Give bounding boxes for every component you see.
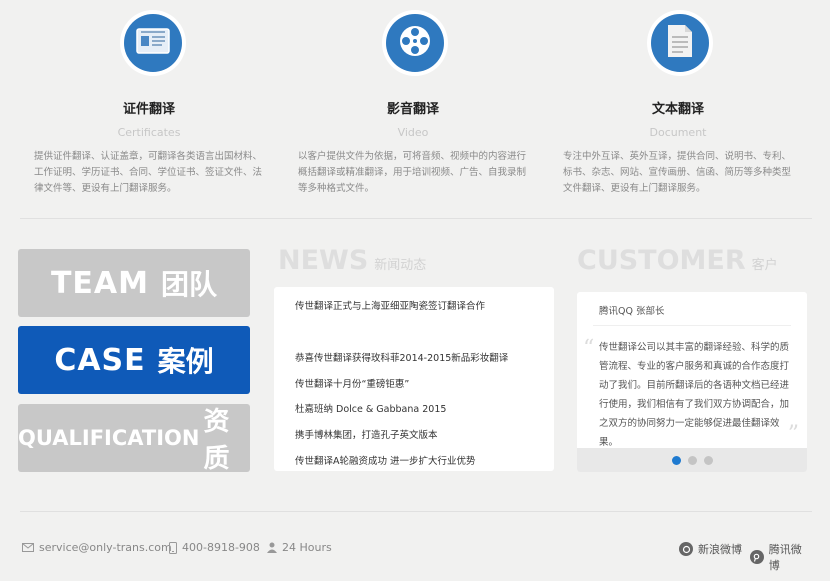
person-icon xyxy=(267,542,277,553)
sina-weibo-icon xyxy=(679,542,693,556)
customer-heading-cn: 客户 xyxy=(751,258,778,273)
service-subtitle: Video xyxy=(397,126,429,139)
news-heading-cn: 新闻动态 xyxy=(374,258,427,273)
tile-label-en: TEAM xyxy=(50,265,149,301)
news-item-link[interactable]: 恭喜传世翻译获得玫科菲2014-2015新品彩妆翻译 xyxy=(295,350,508,364)
qualification-tile-button[interactable]: QUALIFICATION 资质 xyxy=(18,404,250,474)
carousel-dot[interactable] xyxy=(687,455,697,465)
news-item-link[interactable]: 传世翻译A轮融资成功 进一步扩大行业优势 xyxy=(295,453,476,467)
open-quote-icon: “ xyxy=(583,336,595,361)
service-subtitle: Document xyxy=(649,126,707,139)
email-text: service@only-trans.com xyxy=(39,541,172,554)
tile-label-en: QUALIFICATION xyxy=(18,426,200,450)
footer-divider xyxy=(20,511,812,512)
phone-icon xyxy=(169,541,177,554)
service-icon-wrapper xyxy=(647,10,713,76)
service-description: 提供证件翻译、认证盖章，可翻译各类语言出国材料、工作证明、学历证书、合同、学位证… xyxy=(34,151,263,194)
testimonial-text: 传世翻译公司以其丰富的翻译经验、科学的质管流程、专业的客户服务和真诚的合作态度打… xyxy=(599,342,790,448)
tile-label-cn: 团队 xyxy=(161,268,218,301)
service-description: 以客户提供文件为依据，可将音频、视频中的内容进行概括翻译或精准翻译，用于培训视频… xyxy=(298,151,527,194)
id-card-icon xyxy=(136,28,170,58)
news-list: 传世翻译正式与上海亚细亚陶瓷签订翻译合作 恭喜传世翻译获得玫科菲2014-201… xyxy=(274,287,554,471)
phone-text: 400-8918-908 xyxy=(182,541,260,554)
customer-heading-en: CUSTOMER xyxy=(577,245,746,276)
service-title[interactable]: 文本翻译 xyxy=(563,98,793,117)
footer-email[interactable]: service@only-trans.com xyxy=(22,541,172,554)
customer-heading: CUSTOMER 客户 xyxy=(577,245,778,276)
news-item-link[interactable]: 传世翻译正式与上海亚细亚陶瓷签订翻译合作 xyxy=(295,298,485,312)
carousel-pagination xyxy=(577,448,807,472)
tile-label-cn: 案例 xyxy=(157,345,214,378)
team-tile-button[interactable]: TEAM 团队 xyxy=(18,249,250,317)
tencent-weibo-link[interactable]: 腾讯微博 xyxy=(750,541,812,573)
service-title[interactable]: 证件翻译 xyxy=(34,98,264,117)
service-title[interactable]: 影音翻译 xyxy=(298,98,528,117)
news-item-link[interactable]: 传世翻译十月份“重磅钜惠” xyxy=(295,376,409,390)
tile-label-cn: 资质 xyxy=(203,407,230,474)
news-item-link[interactable]: 携手博林集团，打造孔子英文版本 xyxy=(295,427,438,441)
footer-hours: 24 Hours xyxy=(267,541,332,554)
sina-weibo-link[interactable]: 新浪微博 xyxy=(679,541,742,557)
hours-text: 24 Hours xyxy=(282,541,332,554)
sina-weibo-label: 新浪微博 xyxy=(698,543,742,556)
service-subtitle: Certificates xyxy=(117,126,181,139)
tencent-weibo-label: 腾讯微博 xyxy=(768,543,802,572)
news-item-link[interactable]: 杜嘉班纳 Dolce & Gabbana 2015 xyxy=(295,401,446,415)
mail-icon xyxy=(22,543,34,552)
customer-testimonial: 腾讯QQ 张部长 “ 传世翻译公司以其丰富的翻译经验、科学的质管流程、专业的客户… xyxy=(577,292,807,472)
footer-phone: 400-8918-908 xyxy=(169,541,260,554)
carousel-dot[interactable] xyxy=(671,455,681,465)
tile-label-en: CASE xyxy=(54,342,146,378)
news-heading-en: NEWS xyxy=(278,245,369,276)
customer-name: 腾讯QQ 张部长 xyxy=(599,306,665,317)
service-icon-wrapper xyxy=(120,10,186,76)
carousel-dot[interactable] xyxy=(703,455,713,465)
news-heading: NEWS 新闻动态 xyxy=(278,245,426,276)
case-tile-button[interactable]: CASE 案例 xyxy=(18,326,250,394)
close-quote-icon: ” xyxy=(787,422,799,447)
service-icon-wrapper xyxy=(382,10,448,76)
section-divider xyxy=(20,218,812,219)
tencent-weibo-icon xyxy=(750,550,764,564)
document-icon xyxy=(666,24,694,62)
film-reel-icon xyxy=(398,24,432,62)
footer: service@only-trans.com 400-8918-908 24 H… xyxy=(22,541,812,572)
testimonial-divider xyxy=(593,325,791,326)
service-description: 专注中外互译、英外互译，提供合同、说明书、专利、标书、杂志、网站、宣传画册、信函… xyxy=(563,151,792,194)
